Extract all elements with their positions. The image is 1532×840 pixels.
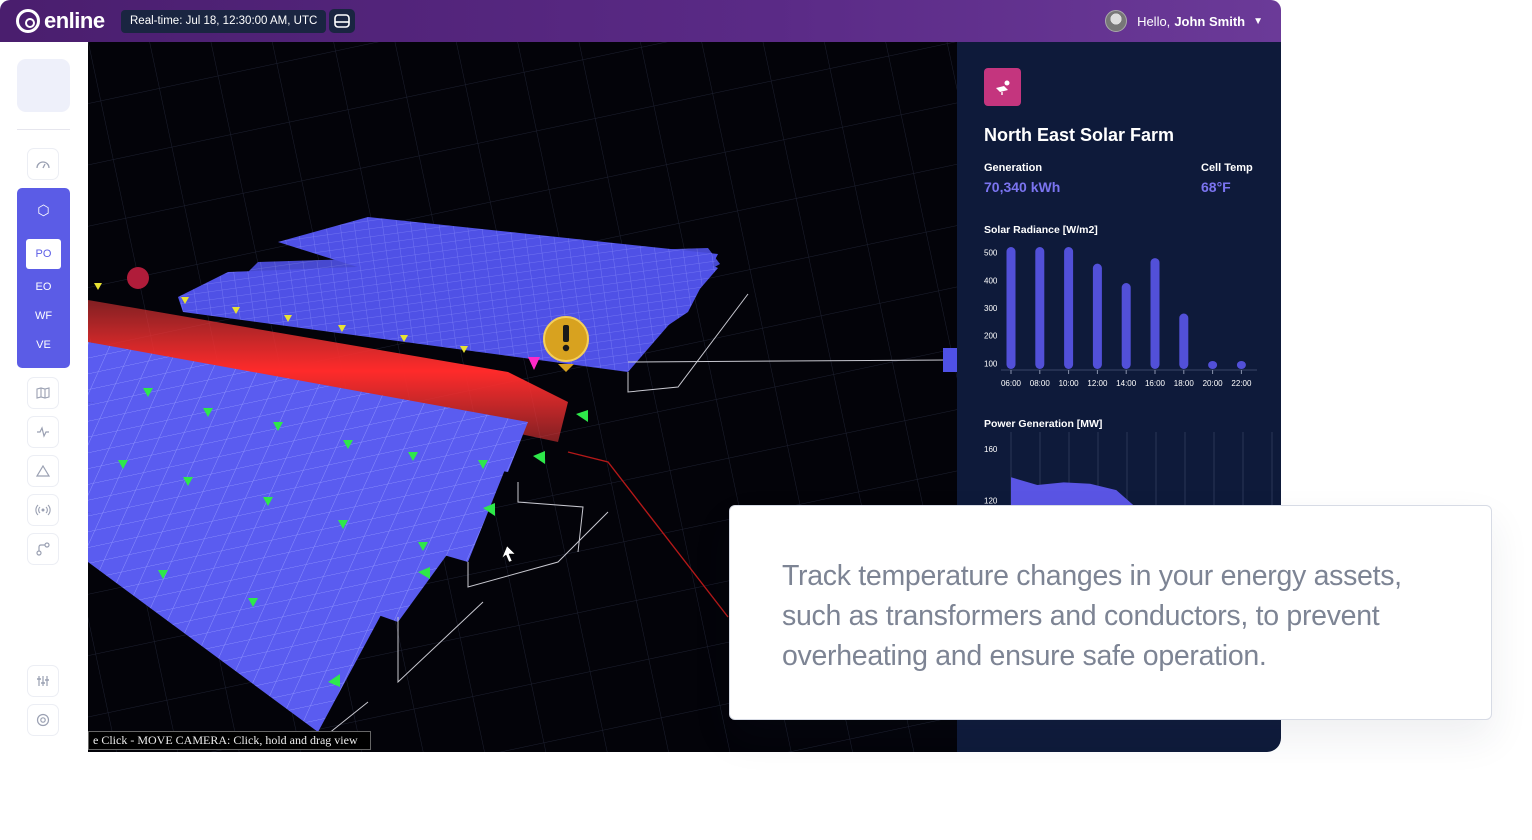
x-tick-label: 08:00: [1030, 379, 1051, 388]
bar-10:00: [1064, 247, 1074, 369]
sidebar-subitem-ve[interactable]: VE: [26, 330, 61, 360]
broadcast-icon: [35, 504, 51, 516]
user-menu[interactable]: Hello, John Smith ▼: [1105, 10, 1263, 32]
y-tick-label: 160: [984, 445, 998, 454]
x-tick-label: 18:00: [1174, 379, 1195, 388]
x-tick-label: 22:00: [1231, 379, 1252, 388]
y-tick-label: 400: [984, 276, 998, 285]
bar-06:00: [1006, 247, 1016, 369]
x-tick-label: 10:00: [1059, 379, 1080, 388]
bar-20:00: [1208, 361, 1218, 369]
sidebar-subitem-eo[interactable]: EO: [26, 272, 61, 302]
greeting-text: Hello,: [1137, 13, 1171, 29]
x-tick-label: 06:00: [1001, 379, 1022, 388]
camera-hint: e Click - MOVE CAMERA: Click, hold and d…: [88, 731, 371, 750]
archive-button[interactable]: [329, 9, 355, 33]
x-tick-label: 16:00: [1145, 379, 1166, 388]
brand-name: enline: [44, 8, 105, 33]
bar-12:00: [1092, 263, 1102, 369]
generation-value: 70,340 kWh: [984, 179, 1061, 195]
radiance-chart-title: Solar Radiance [W/m2]: [984, 224, 1098, 236]
sidebar-item-help[interactable]: [27, 704, 59, 736]
sidebar-item-map[interactable]: [27, 377, 59, 409]
avatar: [1105, 10, 1128, 32]
sidebar: ⬡ PO EO WF VE: [0, 42, 88, 752]
x-tick-label: 20:00: [1203, 379, 1224, 388]
x-tick-label: 14:00: [1116, 379, 1137, 388]
cell-temp-label: Cell Temp: [1201, 162, 1253, 174]
brand-logo[interactable]: enline: [16, 8, 105, 34]
sliders-icon: [37, 676, 49, 686]
cube-icon[interactable]: ⬡: [17, 202, 70, 219]
lifebuoy-icon: [36, 713, 50, 727]
solar-panel-icon: [995, 80, 1009, 95]
archive-icon: [334, 14, 350, 28]
gauge-icon: [36, 161, 50, 169]
sidebar-group-assets: ⬡ PO EO WF VE: [17, 188, 70, 368]
sidebar-item-dashboard[interactable]: [27, 148, 59, 180]
bar-18:00: [1179, 313, 1189, 369]
cell-temp-value: 68°F: [1201, 179, 1231, 195]
sidebar-logo-slot[interactable]: [17, 59, 70, 112]
bar-22:00: [1236, 361, 1246, 369]
solar-radiance-chart: 500 400 300 200 100 06:00 08:00 10:00 12:00 14:00…: [984, 247, 1257, 388]
power-chart-title: Power Generation [MW]: [984, 418, 1103, 430]
solar-farm-badge: [984, 68, 1021, 106]
panel-title: North East Solar Farm: [984, 125, 1175, 145]
bar-14:00: [1121, 283, 1131, 369]
sidebar-item-routes[interactable]: [27, 533, 59, 565]
y-tick-label: 300: [984, 304, 998, 313]
sidebar-item-alerts[interactable]: [27, 455, 59, 487]
y-tick-label: 100: [984, 359, 998, 368]
bar-08:00: [1035, 247, 1045, 369]
y-tick-label: 500: [984, 249, 998, 258]
y-tick-label: 200: [984, 332, 998, 341]
sidebar-subitem-wf[interactable]: WF: [26, 301, 61, 331]
activity-icon: [37, 426, 49, 438]
warning-icon: [36, 465, 50, 477]
red-sensor-marker[interactable]: [127, 267, 149, 289]
chevron-down-icon: ▼: [1253, 15, 1263, 27]
sidebar-item-activity[interactable]: [27, 416, 59, 448]
top-bar: enline Real-time: Jul 18, 12:30:00 AM, U…: [0, 0, 1281, 42]
sidebar-item-signals[interactable]: [27, 494, 59, 526]
bar-16:00: [1150, 258, 1160, 369]
power-generation-chart: 16012090: [984, 432, 1273, 512]
generation-label: Generation: [984, 162, 1043, 174]
enline-logo-icon: [16, 9, 40, 33]
feature-callout: Track temperature changes in your energy…: [729, 505, 1492, 720]
route-icon: [36, 542, 50, 556]
sidebar-item-settings[interactable]: [27, 665, 59, 697]
sidebar-subitem-po[interactable]: PO: [26, 239, 61, 269]
map-icon: [36, 387, 50, 399]
x-tick-label: 12:00: [1087, 379, 1108, 388]
realtime-badge: Real-time: Jul 18, 12:30:00 AM, UTC: [121, 10, 327, 33]
callout-text: Track temperature changes in your energy…: [782, 560, 1402, 672]
user-name: John Smith: [1174, 13, 1246, 29]
offscreen-panel: [943, 348, 957, 372]
sidebar-divider: [17, 129, 70, 130]
